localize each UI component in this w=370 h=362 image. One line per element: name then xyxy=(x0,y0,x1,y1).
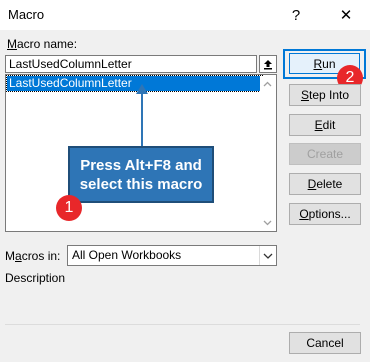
divider xyxy=(5,324,360,325)
edit-accel: E xyxy=(314,118,323,132)
description-label: Description xyxy=(5,271,66,285)
annotation-arrow xyxy=(136,84,148,146)
close-icon: ✕ xyxy=(339,7,353,24)
create-button[interactable]: Create xyxy=(289,143,361,165)
scroll-down-icon[interactable] xyxy=(260,215,275,230)
callout-line-2: select this macro xyxy=(79,175,203,193)
annotation-callout: Press Alt+F8 and select this macro xyxy=(68,146,214,203)
macros-in-label: Macros in: xyxy=(5,249,60,263)
options-button[interactable]: Options... xyxy=(289,203,361,225)
macro-name-label-text: acro name: xyxy=(17,37,78,51)
macros-in-value: All Open Workbooks xyxy=(72,248,182,262)
step-badge-1: 1 xyxy=(56,195,82,221)
delete-button[interactable]: Delete xyxy=(289,173,361,195)
edit-button[interactable]: Edit xyxy=(289,114,361,136)
macro-name-input[interactable]: LastUsedColumnLetter xyxy=(5,55,257,73)
macros-in-accel: a xyxy=(15,249,22,263)
window-title: Macro xyxy=(8,7,45,22)
step-into-accel: S xyxy=(300,88,309,102)
options-accel: O xyxy=(299,207,309,221)
edit-label: dit xyxy=(322,118,336,132)
delete-accel: D xyxy=(307,177,317,191)
cancel-button[interactable]: Cancel xyxy=(289,332,361,354)
list-scrollbar[interactable] xyxy=(260,76,275,230)
step-into-label: tep Into xyxy=(308,88,350,102)
macro-name-label: Macro name: xyxy=(7,37,77,51)
scroll-up-icon[interactable] xyxy=(260,76,275,91)
macros-in-select[interactable]: All Open Workbooks xyxy=(67,245,277,266)
upload-arrow-icon xyxy=(264,59,272,69)
callout-line-1: Press Alt+F8 and xyxy=(80,156,202,174)
help-button[interactable]: ? xyxy=(278,0,314,30)
delete-label: elete xyxy=(316,177,343,191)
macros-in-label-post: cros in: xyxy=(21,249,61,263)
options-label: ptions... xyxy=(308,207,351,221)
macros-in-label-pre: M xyxy=(5,249,15,263)
step-into-button[interactable]: Step Into xyxy=(289,84,361,106)
macro-name-label-accel: M xyxy=(7,37,17,51)
run-label: un xyxy=(322,56,336,71)
chevron-down-icon[interactable] xyxy=(259,246,276,265)
run-accel: R xyxy=(313,56,323,71)
close-button[interactable]: ✕ xyxy=(328,0,364,30)
title-bar xyxy=(0,0,370,30)
collapse-button[interactable] xyxy=(259,55,277,73)
